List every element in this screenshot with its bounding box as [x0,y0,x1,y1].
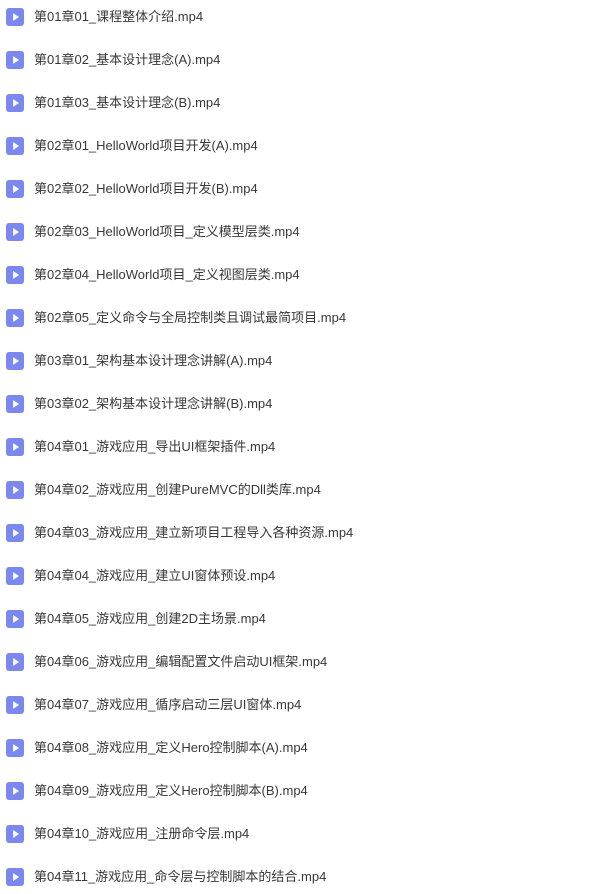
play-triangle-icon [13,314,19,322]
file-item[interactable]: 第01章02_基本设计理念(A).mp4 [6,51,590,69]
file-item[interactable]: 第03章02_架构基本设计理念讲解(B).mp4 [6,395,590,413]
video-file-icon [6,309,24,327]
video-file-icon [6,653,24,671]
video-file-icon [6,868,24,886]
play-triangle-icon [13,228,19,236]
file-item[interactable]: 第04章02_游戏应用_创建PureMVC的Dll类库.mp4 [6,481,590,499]
file-item[interactable]: 第01章03_基本设计理念(B).mp4 [6,94,590,112]
play-triangle-icon [13,13,19,21]
play-triangle-icon [13,56,19,64]
file-name-label: 第04章10_游戏应用_注册命令层.mp4 [34,826,249,842]
file-item[interactable]: 第01章01_课程整体介绍.mp4 [6,8,590,26]
video-file-icon [6,524,24,542]
play-triangle-icon [13,529,19,537]
video-file-icon [6,266,24,284]
file-item[interactable]: 第03章01_架构基本设计理念讲解(A).mp4 [6,352,590,370]
file-item[interactable]: 第04章08_游戏应用_定义Hero控制脚本(A).mp4 [6,739,590,757]
play-triangle-icon [13,185,19,193]
file-item[interactable]: 第04章10_游戏应用_注册命令层.mp4 [6,825,590,843]
video-file-icon [6,438,24,456]
play-triangle-icon [13,443,19,451]
video-file-icon [6,352,24,370]
video-file-icon [6,8,24,26]
video-file-icon [6,51,24,69]
file-item[interactable]: 第04章09_游戏应用_定义Hero控制脚本(B).mp4 [6,782,590,800]
file-name-label: 第04章06_游戏应用_编辑配置文件启动UI框架.mp4 [34,654,327,670]
video-file-icon [6,94,24,112]
file-name-label: 第02章05_定义命令与全局控制类且调试最简项目.mp4 [34,310,346,326]
video-file-icon [6,696,24,714]
video-file-icon [6,739,24,757]
video-file-icon [6,567,24,585]
file-item[interactable]: 第02章02_HelloWorld项目开发(B).mp4 [6,180,590,198]
play-triangle-icon [13,873,19,881]
file-name-label: 第04章09_游戏应用_定义Hero控制脚本(B).mp4 [34,783,308,799]
file-name-label: 第04章11_游戏应用_命令层与控制脚本的结合.mp4 [34,869,326,885]
play-triangle-icon [13,99,19,107]
video-file-icon [6,395,24,413]
play-triangle-icon [13,271,19,279]
file-name-label: 第04章08_游戏应用_定义Hero控制脚本(A).mp4 [34,740,308,756]
video-file-icon [6,782,24,800]
file-name-label: 第04章04_游戏应用_建立UI窗体预设.mp4 [34,568,275,584]
play-triangle-icon [13,787,19,795]
file-item[interactable]: 第04章11_游戏应用_命令层与控制脚本的结合.mp4 [6,868,590,886]
play-triangle-icon [13,486,19,494]
file-name-label: 第02章04_HelloWorld项目_定义视图层类.mp4 [34,267,300,283]
file-list: 第01章01_课程整体介绍.mp4 第01章02_基本设计理念(A).mp4 第01… [6,8,590,886]
play-triangle-icon [13,658,19,666]
video-file-icon [6,223,24,241]
video-file-icon [6,610,24,628]
play-triangle-icon [13,400,19,408]
file-item[interactable]: 第02章04_HelloWorld项目_定义视图层类.mp4 [6,266,590,284]
file-name-label: 第02章02_HelloWorld项目开发(B).mp4 [34,181,258,197]
play-triangle-icon [13,572,19,580]
file-item[interactable]: 第02章03_HelloWorld项目_定义模型层类.mp4 [6,223,590,241]
file-item[interactable]: 第04章05_游戏应用_创建2D主场景.mp4 [6,610,590,628]
play-triangle-icon [13,744,19,752]
play-triangle-icon [13,142,19,150]
play-triangle-icon [13,830,19,838]
file-name-label: 第04章02_游戏应用_创建PureMVC的Dll类库.mp4 [34,482,321,498]
file-item[interactable]: 第02章01_HelloWorld项目开发(A).mp4 [6,137,590,155]
file-name-label: 第04章07_游戏应用_循序启动三层UI窗体.mp4 [34,697,301,713]
video-file-icon [6,180,24,198]
file-name-label: 第01章03_基本设计理念(B).mp4 [34,95,220,111]
play-triangle-icon [13,357,19,365]
video-file-icon [6,137,24,155]
file-item[interactable]: 第04章03_游戏应用_建立新项目工程导入各种资源.mp4 [6,524,590,542]
file-name-label: 第04章05_游戏应用_创建2D主场景.mp4 [34,611,266,627]
play-triangle-icon [13,615,19,623]
file-item[interactable]: 第04章06_游戏应用_编辑配置文件启动UI框架.mp4 [6,653,590,671]
file-item[interactable]: 第04章01_游戏应用_导出UI框架插件.mp4 [6,438,590,456]
file-name-label: 第04章03_游戏应用_建立新项目工程导入各种资源.mp4 [34,525,353,541]
file-name-label: 第02章01_HelloWorld项目开发(A).mp4 [34,138,258,154]
file-name-label: 第02章03_HelloWorld项目_定义模型层类.mp4 [34,224,300,240]
file-name-label: 第04章01_游戏应用_导出UI框架插件.mp4 [34,439,275,455]
file-item[interactable]: 第02章05_定义命令与全局控制类且调试最简项目.mp4 [6,309,590,327]
file-name-label: 第03章01_架构基本设计理念讲解(A).mp4 [34,353,272,369]
play-triangle-icon [13,701,19,709]
video-file-icon [6,825,24,843]
file-item[interactable]: 第04章07_游戏应用_循序启动三层UI窗体.mp4 [6,696,590,714]
file-name-label: 第03章02_架构基本设计理念讲解(B).mp4 [34,396,272,412]
file-name-label: 第01章02_基本设计理念(A).mp4 [34,52,220,68]
file-item[interactable]: 第04章04_游戏应用_建立UI窗体预设.mp4 [6,567,590,585]
video-file-icon [6,481,24,499]
file-name-label: 第01章01_课程整体介绍.mp4 [34,9,203,25]
